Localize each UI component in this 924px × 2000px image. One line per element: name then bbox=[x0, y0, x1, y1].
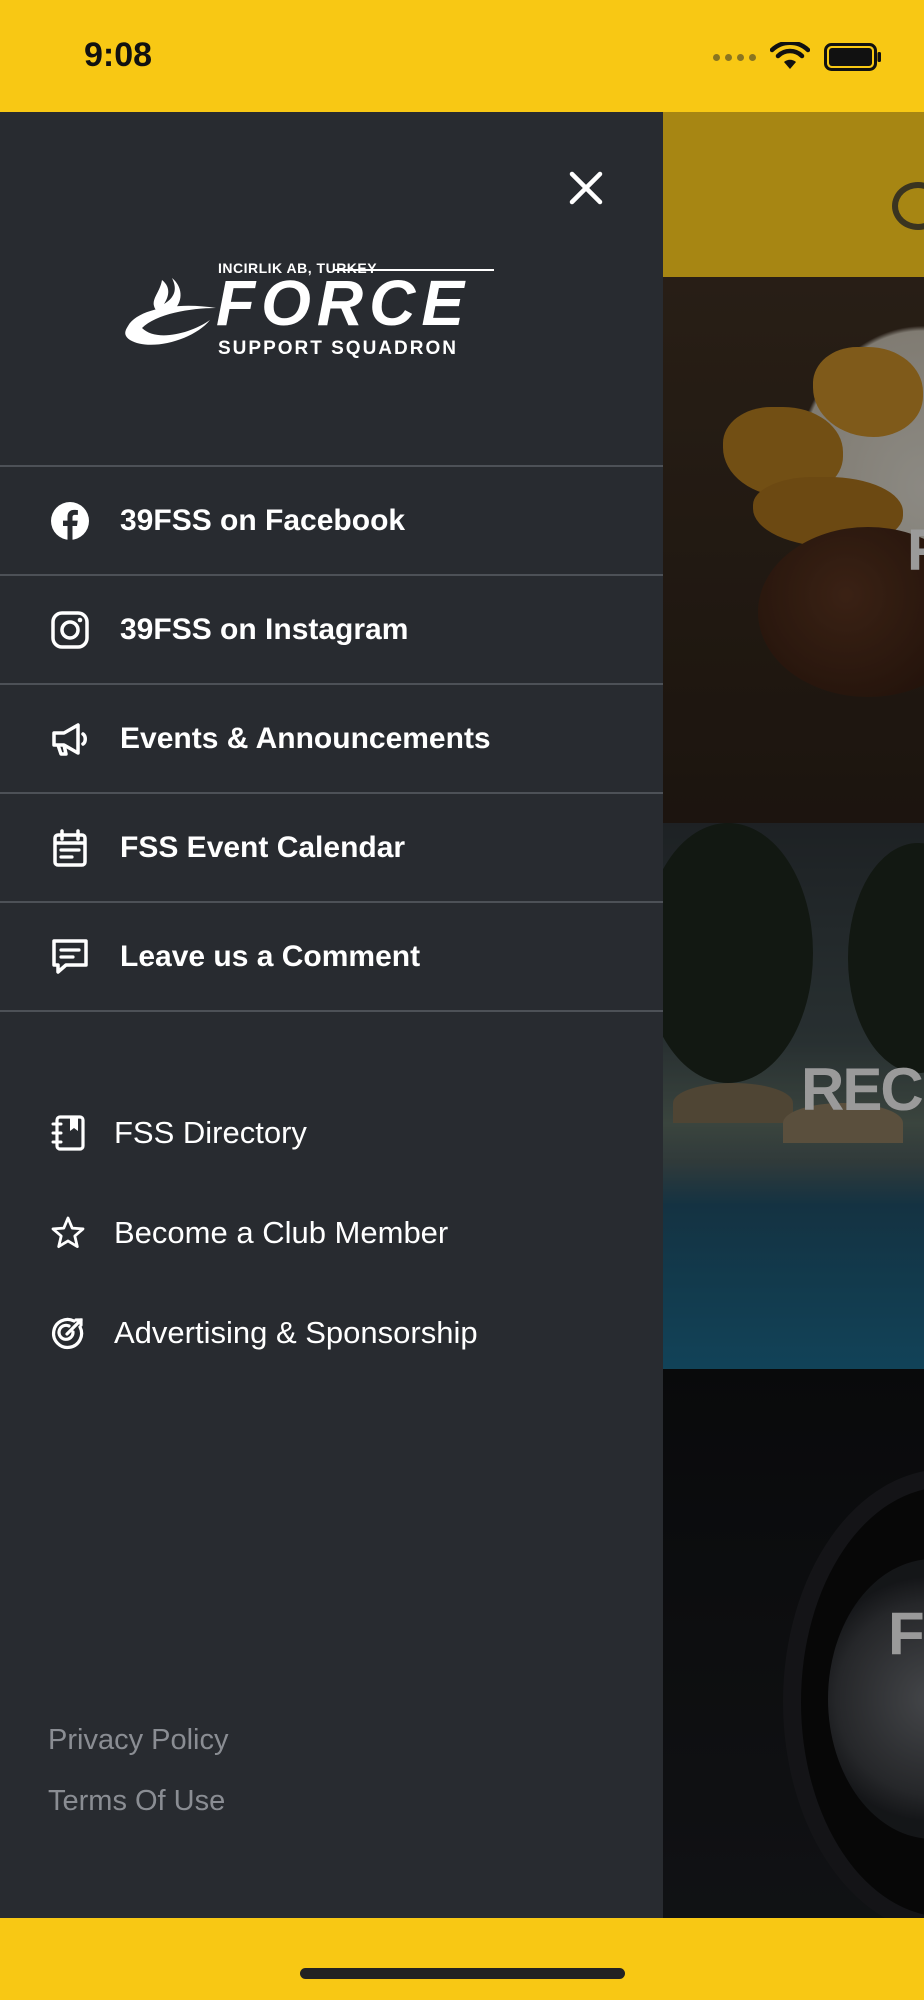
cellular-signal-icon bbox=[713, 53, 756, 61]
menu-item-label: Become a Club Member bbox=[114, 1215, 449, 1250]
notebook-icon bbox=[50, 1115, 86, 1151]
navigation-drawer: INCIRLIK AB, TURKEY FORCE SUPPORT SQUADR… bbox=[0, 112, 663, 1918]
comment-icon bbox=[50, 937, 90, 977]
menu-item-directory[interactable]: FSS Directory bbox=[0, 1083, 663, 1183]
calendar-icon bbox=[50, 828, 90, 868]
menu-item-label: 39FSS on Facebook bbox=[120, 503, 406, 537]
background-panel-auto[interactable]: F bbox=[663, 1369, 924, 1918]
close-icon bbox=[569, 171, 603, 205]
menu-item-label: Leave us a Comment bbox=[120, 939, 421, 973]
background-panel-recreation[interactable]: RECI bbox=[663, 823, 924, 1369]
facebook-icon bbox=[50, 501, 90, 541]
menu-item-label: Advertising & Sponsorship bbox=[114, 1315, 478, 1350]
privacy-policy-link[interactable]: Privacy Policy bbox=[48, 1710, 229, 1771]
menu-item-comment[interactable]: Leave us a Comment bbox=[0, 903, 663, 1012]
background-content: F RECI F bbox=[663, 112, 924, 1918]
status-icons bbox=[713, 42, 882, 72]
logo-wordmark: FORCE bbox=[216, 267, 470, 339]
menu-item-facebook[interactable]: 39FSS on Facebook bbox=[0, 467, 663, 576]
menu-item-membership[interactable]: Become a Club Member bbox=[0, 1183, 663, 1283]
menu-item-instagram[interactable]: 39FSS on Instagram bbox=[0, 576, 663, 685]
target-icon bbox=[50, 1315, 86, 1351]
instagram-icon bbox=[50, 610, 90, 650]
flame-emblem-icon bbox=[125, 278, 216, 345]
background-panel-label: RECI bbox=[801, 1056, 924, 1123]
footer-links: Privacy Policy Terms Of Use bbox=[48, 1710, 229, 1832]
secondary-menu: FSS Directory Become a Club Member Adver… bbox=[0, 1083, 663, 1383]
menu-item-label: Events & Announcements bbox=[120, 721, 491, 755]
background-panel-label: F bbox=[907, 517, 924, 584]
status-bar: 9:08 bbox=[0, 0, 924, 112]
status-time: 9:08 bbox=[84, 36, 153, 74]
background-panel-food[interactable]: F bbox=[663, 277, 924, 823]
menu-item-label: FSS Event Calendar bbox=[120, 830, 406, 864]
primary-menu: 39FSS on Facebook 39FSS on Instagram Eve… bbox=[0, 465, 663, 1012]
battery-icon bbox=[824, 43, 881, 71]
menu-item-label: 39FSS on Instagram bbox=[120, 612, 409, 646]
wifi-icon bbox=[770, 42, 810, 69]
header-logo-fragment bbox=[892, 182, 924, 230]
close-button[interactable] bbox=[560, 162, 612, 214]
brand-logo: INCIRLIK AB, TURKEY FORCE SUPPORT SQUADR… bbox=[120, 260, 500, 360]
menu-item-events[interactable]: Events & Announcements bbox=[0, 685, 663, 794]
menu-item-calendar[interactable]: FSS Event Calendar bbox=[0, 794, 663, 903]
background-panel-label: F bbox=[888, 1600, 924, 1667]
terms-of-use-link[interactable]: Terms Of Use bbox=[48, 1771, 229, 1832]
logo-subtitle: SUPPORT SQUADRON bbox=[218, 338, 458, 359]
home-indicator[interactable] bbox=[300, 1968, 625, 1979]
star-icon bbox=[50, 1215, 86, 1251]
background-header bbox=[663, 112, 924, 277]
menu-item-advertising[interactable]: Advertising & Sponsorship bbox=[0, 1283, 663, 1383]
megaphone-icon bbox=[50, 719, 90, 759]
menu-item-label: FSS Directory bbox=[114, 1115, 307, 1150]
